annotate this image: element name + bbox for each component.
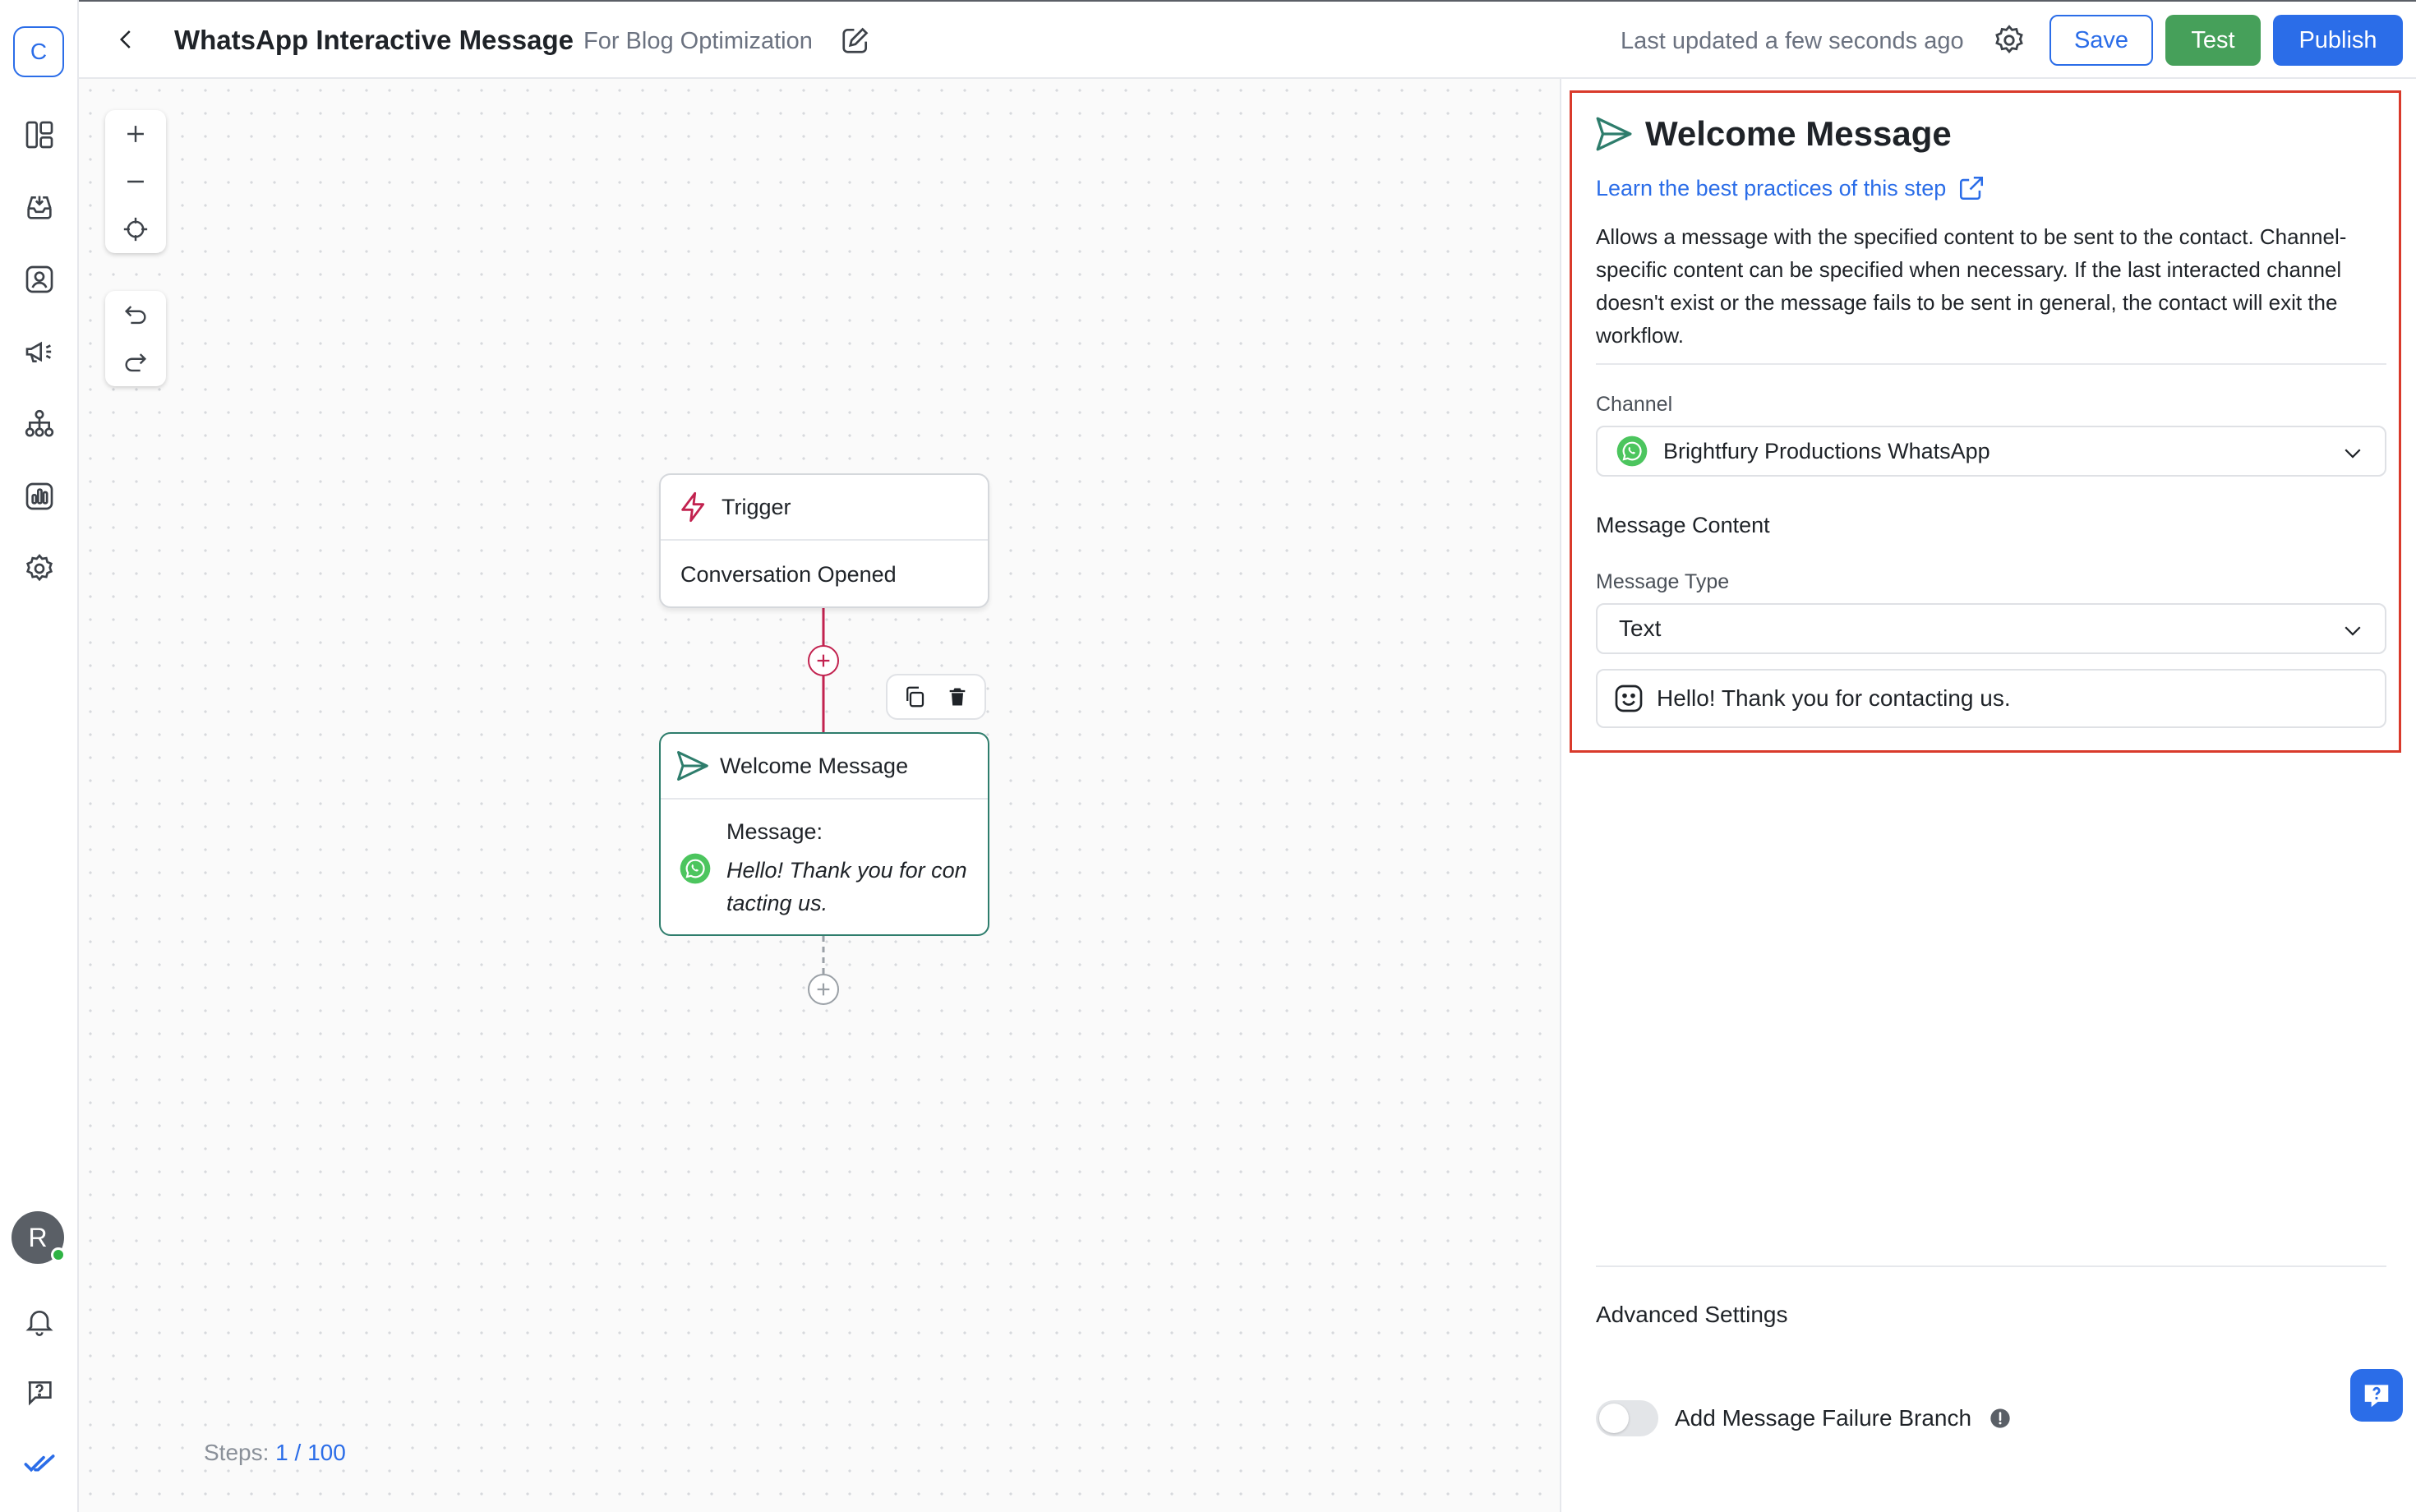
message-node-title: Welcome Message — [720, 753, 909, 778]
send-icon — [1596, 117, 1632, 151]
channel-select[interactable]: Brightfury Productions WhatsApp — [1596, 426, 2386, 477]
workspace-logo[interactable]: C — [13, 26, 64, 77]
message-type-selected-value: Text — [1619, 615, 1662, 641]
workflow-canvas[interactable]: Trigger Conversation Opened Welcome Mess… — [79, 79, 1561, 1512]
channel-selected-value: Brightfury Productions WhatsApp — [1663, 438, 1990, 463]
redo-icon — [125, 353, 147, 372]
step-config-panel: Welcome Message Learn the best practices… — [1563, 79, 2416, 1512]
redo-button[interactable] — [105, 339, 166, 386]
send-message-node[interactable]: Welcome Message Message: Hello! Thank yo… — [659, 732, 989, 936]
plus-icon — [127, 126, 144, 142]
message-text-value: Hello! Thank you for contacting us. — [1657, 685, 2011, 711]
whatsapp-icon — [680, 853, 711, 884]
steps-label: Steps: — [204, 1440, 270, 1465]
trash-icon — [949, 688, 966, 706]
chevron-down-icon — [2345, 449, 2361, 459]
contacts-icon[interactable] — [20, 260, 59, 299]
steps-used: 1 — [275, 1440, 288, 1465]
chevron-left-icon — [119, 30, 131, 48]
plus-icon — [817, 654, 830, 667]
divider — [1596, 1265, 2386, 1267]
edit-icon — [842, 27, 869, 53]
publish-button[interactable]: Publish — [2273, 15, 2403, 66]
workflow-settings-button[interactable] — [1989, 20, 2030, 61]
failure-branch-label: Add Message Failure Branch — [1675, 1405, 1972, 1431]
test-button[interactable]: Test — [2165, 15, 2261, 66]
message-node-label: Message: — [726, 819, 823, 844]
back-button[interactable] — [108, 21, 145, 58]
zoom-out-button[interactable] — [105, 158, 166, 205]
add-step-button[interactable] — [808, 645, 839, 676]
settings-icon[interactable] — [20, 549, 59, 588]
info-icon[interactable] — [1989, 1407, 2012, 1430]
external-link-icon — [1960, 176, 1984, 201]
learn-best-practices-link[interactable]: Learn the best practices of this step — [1596, 174, 1985, 202]
chevron-down-icon — [2345, 626, 2361, 636]
history-controls — [105, 291, 166, 386]
broadcast-icon[interactable] — [20, 332, 59, 371]
top-header: WhatsApp Interactive Message For Blog Op… — [79, 0, 2416, 79]
recenter-button[interactable] — [105, 205, 166, 253]
send-icon — [677, 751, 708, 781]
steps-counter: Steps: 1 / 100 — [194, 1436, 356, 1469]
divider — [1596, 363, 2386, 365]
lightning-icon — [681, 491, 705, 523]
trigger-node[interactable]: Trigger Conversation Opened — [659, 473, 989, 608]
inbox-icon[interactable] — [20, 187, 59, 227]
steps-max: 100 — [307, 1440, 346, 1465]
undo-button[interactable] — [105, 291, 166, 339]
last-updated-status: Last updated a few seconds ago — [1621, 28, 1964, 54]
add-step-button[interactable] — [808, 974, 839, 1005]
copy-icon — [906, 686, 924, 708]
online-status-dot — [51, 1247, 66, 1262]
message-node-preview: Hello! Thank you for contacting us. — [726, 858, 967, 915]
avatar-initial: R — [28, 1222, 48, 1252]
delete-node-button[interactable] — [941, 680, 974, 713]
page-title: WhatsApp Interactive Message — [174, 25, 574, 55]
workspace-initial: C — [30, 39, 48, 64]
undo-icon — [124, 306, 146, 325]
advanced-settings-heading: Advanced Settings — [1596, 1302, 1788, 1327]
message-node-header: Welcome Message — [661, 734, 988, 800]
avatar[interactable]: R — [12, 1211, 66, 1264]
crosshair-icon — [123, 217, 148, 242]
node-actions-toolbar — [886, 674, 986, 720]
brand-logo-icon — [20, 1445, 59, 1484]
zoom-controls — [105, 110, 166, 253]
zoom-in-button[interactable] — [105, 110, 166, 158]
save-button[interactable]: Save — [2049, 15, 2153, 66]
dashboard-icon[interactable] — [20, 115, 59, 154]
left-sidebar: C R — [0, 0, 79, 1512]
help-chat-button[interactable] — [2350, 1369, 2403, 1422]
message-content-heading: Message Content — [1596, 513, 1770, 537]
panel-title: Welcome Message — [1645, 114, 1952, 153]
trigger-node-header: Trigger — [661, 475, 988, 541]
toggle-knob — [1599, 1404, 1629, 1433]
step-description: Allows a message with the specified cont… — [1596, 224, 2347, 348]
notification-bell-icon[interactable] — [20, 1302, 59, 1341]
trigger-node-title: Trigger — [722, 494, 791, 519]
workflows-icon[interactable] — [20, 404, 59, 444]
plus-icon — [817, 983, 830, 996]
gear-icon — [1995, 25, 2023, 53]
message-type-label: Message Type — [1596, 570, 1730, 593]
help-icon[interactable] — [20, 1372, 59, 1412]
reports-icon[interactable] — [20, 477, 59, 516]
panel-header: Welcome Message — [1593, 113, 1952, 154]
steps-separator: / — [288, 1440, 308, 1465]
learn-link-text: Learn the best practices of this step — [1596, 175, 1947, 201]
edit-title-button[interactable] — [837, 21, 874, 59]
trigger-event-label: Conversation Opened — [680, 562, 897, 587]
message-type-select[interactable]: Text — [1596, 603, 2386, 654]
emoji-picker-icon[interactable] — [1612, 682, 1645, 715]
failure-branch-toggle[interactable] — [1596, 1400, 1658, 1436]
message-text-input[interactable]: Hello! Thank you for contacting us. — [1596, 669, 2386, 728]
channel-label: Channel — [1596, 393, 1673, 416]
chat-help-icon — [2364, 1385, 2389, 1408]
whatsapp-icon — [1616, 436, 1648, 467]
duplicate-node-button[interactable] — [898, 680, 931, 713]
minus-icon — [127, 180, 144, 183]
page-subtitle: For Blog Optimization — [583, 28, 813, 54]
